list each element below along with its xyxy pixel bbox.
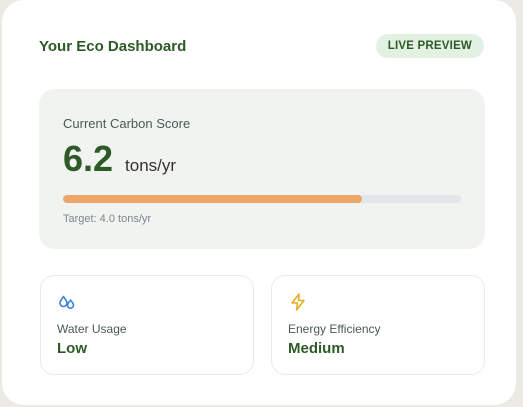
- carbon-score-label: Current Carbon Score: [63, 116, 191, 131]
- live-preview-badge: LIVE PREVIEW: [375, 34, 484, 58]
- dashboard-title: Your Eco Dashboard: [39, 37, 187, 55]
- carbon-target-text: Target: 4.0 tons/yr: [63, 213, 152, 225]
- water-usage-label: Water Usage: [57, 322, 127, 336]
- carbon-score-row: 6.2 tons/yr: [63, 137, 176, 181]
- energy-efficiency-card[interactable]: Energy Efficiency Medium: [271, 275, 485, 375]
- energy-efficiency-value: Medium: [288, 340, 345, 357]
- energy-efficiency-label: Energy Efficiency: [288, 322, 381, 336]
- eco-dashboard-card: Your Eco Dashboard LIVE PREVIEW Current …: [2, 0, 516, 405]
- carbon-score-panel: Current Carbon Score 6.2 tons/yr Target:…: [39, 89, 485, 249]
- carbon-score-unit: tons/yr: [125, 156, 177, 175]
- carbon-progress-fill: [63, 195, 362, 203]
- water-usage-value: Low: [57, 340, 87, 357]
- water-usage-card[interactable]: Water Usage Low: [40, 275, 254, 375]
- lightning-bolt-icon: [288, 292, 308, 312]
- carbon-progress-bar: [63, 195, 461, 203]
- dashboard-header: Your Eco Dashboard LIVE PREVIEW: [39, 33, 484, 59]
- water-droplets-icon: [57, 292, 77, 312]
- carbon-score-value: 6.2: [63, 138, 114, 179]
